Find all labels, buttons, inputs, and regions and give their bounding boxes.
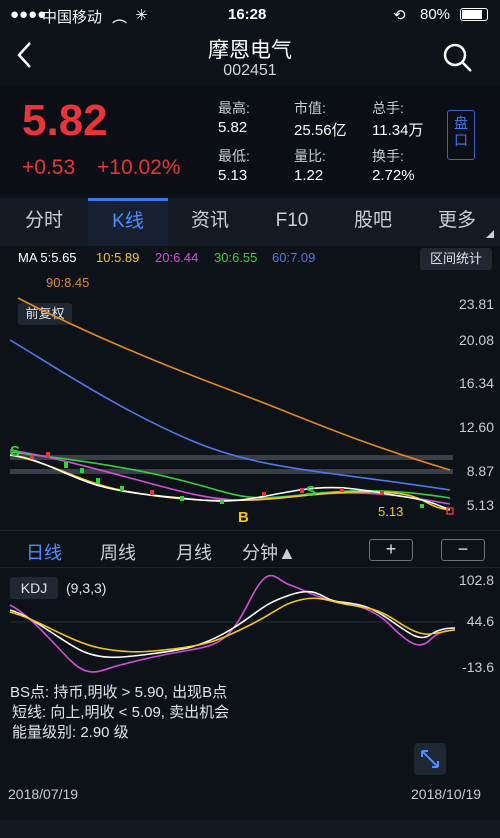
expand-icon (421, 750, 439, 768)
battery-level: 80% (420, 6, 451, 23)
fullscreen-button[interactable] (414, 743, 446, 775)
zoom-in-button[interactable]: + (369, 539, 413, 561)
search-button[interactable] (440, 40, 476, 76)
period-minute[interactable]: 分钟▲ (242, 539, 296, 565)
stat-value: 5.82 (218, 119, 248, 136)
order-book-label: 盘口 (454, 115, 468, 148)
kdj-d-line (9, 597, 456, 653)
search-icon (443, 43, 472, 72)
ma5-label: MA 5:5.65 (18, 250, 77, 265)
tab-bar: 分时 K线 资讯 F10 股吧 更多 (0, 198, 500, 246)
wifi-icon: ︵ (112, 9, 128, 26)
price-change-pct: +10.02% (97, 156, 181, 179)
battery-icon (460, 8, 488, 21)
stat-label: 总手: (372, 100, 404, 116)
zoom-out-button[interactable]: − (441, 539, 485, 561)
range-stats-button[interactable]: 区间统计 (420, 248, 492, 270)
kdj-j-line (9, 574, 456, 673)
status-bar: ●●●● 中国移动 ︵ ✳ 16:28 ⟲ 80% (0, 0, 500, 30)
quote-panel: 5.82 +0.53 +10.02% 最高: 5.82 最低: 5.13 市值:… (0, 86, 500, 194)
loading-icon: ✳ (135, 7, 148, 24)
price-tick: 5.13 (466, 497, 494, 513)
clock: 16:28 (228, 6, 267, 23)
period-monthly[interactable]: 月线 (176, 539, 212, 565)
stat-label: 最高: (218, 100, 250, 116)
stat-label: 换手: (372, 148, 404, 164)
tab-forum[interactable]: 股吧 (332, 198, 414, 246)
period-daily[interactable]: 日线 (26, 539, 62, 565)
ma10-label: 10:5.89 (96, 250, 140, 265)
stock-name: 摩恩电气 (208, 39, 292, 62)
ma60-label: 60:7.09 (272, 250, 316, 265)
bottom-toolbar (0, 820, 500, 838)
carrier: 中国移动 (42, 9, 103, 26)
resistance-band (10, 455, 453, 460)
kdj-chart[interactable] (0, 570, 500, 675)
price-tick: 23.81 (458, 296, 494, 312)
tab-kline[interactable]: K线 (88, 198, 168, 246)
nav-bar: 摩恩电气 002451 (0, 30, 500, 86)
price-tick: 8.87 (466, 463, 494, 479)
price-tick: 20.08 (458, 332, 494, 348)
lock-rotation-icon: ⟲ (393, 7, 406, 24)
start-date: 2018/07/19 (8, 786, 79, 802)
tab-news[interactable]: 资讯 (168, 198, 252, 246)
stat-label: 市值: (294, 100, 326, 116)
price-change: +0.53 (22, 156, 76, 179)
tab-more-label: 更多 (437, 210, 476, 231)
buy-marker: B (238, 509, 249, 522)
ma30-label: 30:6.55 (214, 250, 258, 265)
price-tick: 16.34 (458, 375, 494, 391)
tab-more[interactable]: 更多 (414, 198, 500, 246)
last-price: 5.82 (22, 96, 108, 145)
ma20-label: 20:6.44 (155, 250, 199, 265)
tab-intraday[interactable]: 分时 (0, 198, 88, 246)
tab-f10[interactable]: F10 (252, 198, 332, 246)
kline-chart[interactable]: S S B 5.13 (0, 290, 500, 522)
ma60-line (9, 339, 451, 491)
sell-marker: S (10, 443, 20, 460)
resistance-band (10, 469, 453, 474)
period-weekly[interactable]: 周线 (100, 539, 136, 565)
stock-code: 002451 (223, 62, 277, 79)
price-tick: 12.60 (458, 419, 494, 435)
stat-value: 5.13 (218, 167, 248, 184)
stat-value: 25.56亿 (294, 122, 347, 139)
kdj-k-line (9, 590, 456, 659)
period-bar: 日线 周线 月线 分钟▲ + − (0, 530, 500, 568)
bs-signal-text: BS点: 持币,明收 > 5.90, 出现B点 (10, 684, 228, 701)
corner-arrow-icon (486, 230, 494, 238)
ma90-label: 90:8.45 (46, 275, 90, 290)
stat-label: 量比: (294, 148, 326, 164)
order-book-button[interactable]: 盘口 (447, 110, 475, 160)
stat-value: 2.72% (372, 167, 415, 184)
short-term-text: 短线: 向上,明收 < 5.09, 卖出机会 (12, 704, 230, 721)
low-price-marker: 5.13 (378, 504, 403, 519)
stat-value: 11.34万 (372, 122, 424, 139)
end-date: 2018/10/19 (411, 786, 482, 802)
signal-icon: ●●●● (10, 6, 47, 23)
energy-level-text: 能量级别: 2.90 级 (12, 724, 129, 741)
sell-marker: S (306, 483, 316, 500)
stat-value: 1.22 (294, 167, 324, 184)
stat-label: 最低: (218, 148, 250, 164)
